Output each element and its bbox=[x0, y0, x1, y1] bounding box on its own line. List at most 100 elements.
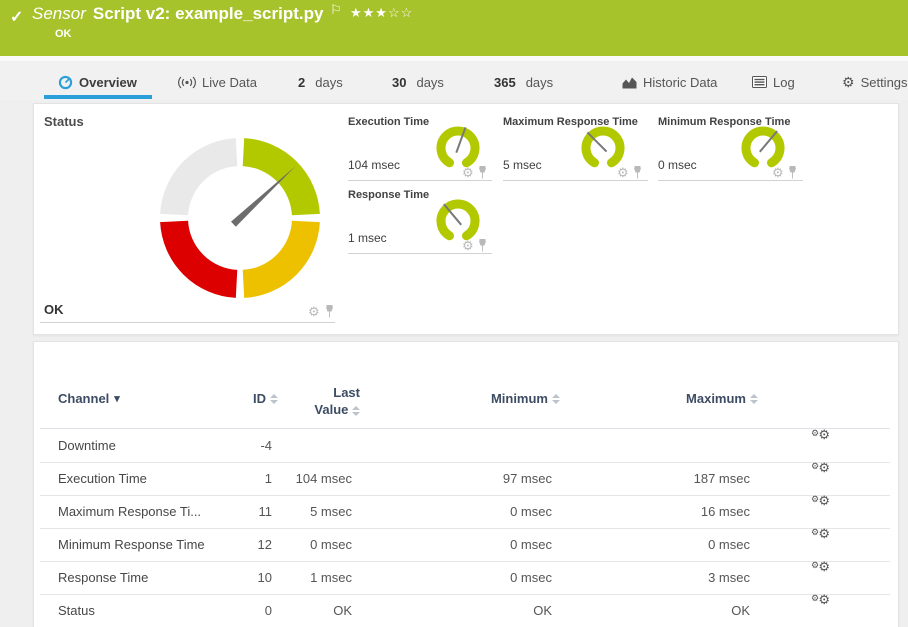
tab-historic-data-label: Historic Data bbox=[643, 75, 717, 90]
sensor-title-line: Sensor Script v2: example_script.py bbox=[32, 4, 323, 24]
column-header-maximum-label: Maximum bbox=[686, 391, 746, 406]
channel-settings-icon[interactable]: ⚙⚙ bbox=[810, 462, 830, 480]
cell-maximum: 3 msec bbox=[548, 561, 750, 594]
status-tile-value: OK bbox=[44, 302, 64, 317]
channel-settings-icon[interactable]: ⚙⚙ bbox=[810, 561, 830, 579]
gauge-icon bbox=[58, 75, 73, 90]
flag-icon[interactable]: ⚐ bbox=[330, 2, 342, 18]
tab-bar-topband bbox=[0, 56, 908, 61]
cell-last-value: OK bbox=[280, 594, 352, 627]
tab-365-days[interactable]: 365 days bbox=[494, 70, 553, 94]
column-header-id[interactable]: ID bbox=[198, 391, 278, 406]
tab-settings-label: Settings bbox=[861, 75, 908, 90]
tab-settings[interactable]: ⚙ Settings bbox=[842, 70, 908, 94]
cell-minimum: OK bbox=[350, 594, 552, 627]
column-header-value-label: Value bbox=[314, 402, 348, 417]
channel-settings-icon[interactable]: ⚙⚙ bbox=[810, 594, 830, 612]
column-header-minimum[interactable]: Minimum bbox=[470, 391, 560, 406]
tab-30-days[interactable]: 30 days bbox=[392, 70, 444, 94]
gauge-execution-time-underline bbox=[348, 180, 492, 181]
column-header-minimum-label: Minimum bbox=[491, 391, 548, 406]
cell-channel: Response Time bbox=[58, 561, 148, 594]
table-row-execution-time[interactable]: Execution Time 1 104 msec 97 msec 187 ms… bbox=[40, 462, 890, 496]
area-chart-icon bbox=[622, 76, 637, 89]
cell-channel: Status bbox=[58, 594, 95, 627]
active-tab-underline bbox=[44, 95, 152, 99]
sort-icon bbox=[352, 406, 360, 416]
cell-minimum: 0 msec bbox=[350, 561, 552, 594]
table-row-response-time[interactable]: Response Time 10 1 msec 0 msec 3 msec ⚙⚙ bbox=[40, 561, 890, 595]
gauge-max-response-gear-icon[interactable]: ⚙ bbox=[617, 166, 629, 179]
status-tile-pin-icon[interactable] bbox=[325, 305, 334, 323]
stars-empty: ☆☆ bbox=[388, 5, 413, 20]
cell-channel: Downtime bbox=[58, 429, 116, 462]
column-header-id-label: ID bbox=[253, 391, 266, 406]
tab-live-data[interactable]: Live Data bbox=[178, 70, 257, 94]
status-check-icon: ✓ bbox=[10, 7, 23, 27]
cell-last-value: 0 msec bbox=[280, 528, 352, 561]
cell-id: 12 bbox=[200, 528, 272, 561]
channel-settings-icon[interactable]: ⚙⚙ bbox=[810, 528, 830, 546]
column-header-maximum[interactable]: Maximum bbox=[668, 391, 758, 406]
gauge-execution-time-pin-icon[interactable] bbox=[478, 166, 487, 184]
cell-minimum: 0 msec bbox=[350, 528, 552, 561]
column-header-last-label: Last bbox=[333, 385, 360, 400]
status-tile-underline bbox=[40, 322, 335, 323]
cell-channel: Execution Time bbox=[58, 462, 147, 495]
gauge-min-response-gear-icon[interactable]: ⚙ bbox=[772, 166, 784, 179]
cell-maximum: 0 msec bbox=[548, 528, 750, 561]
status-tile-title: Status bbox=[44, 114, 84, 129]
cell-id: 0 bbox=[200, 594, 272, 627]
tab-2-days-label: days bbox=[315, 75, 342, 90]
gauge-max-response-value: 5 msec bbox=[503, 158, 542, 172]
stars-filled: ★★★ bbox=[350, 5, 388, 20]
gauge-min-response-pin-icon[interactable] bbox=[788, 166, 797, 184]
column-header-last-value[interactable]: Last Value bbox=[276, 384, 360, 418]
sensor-header: ✓ Sensor Script v2: example_script.py ⚐ ★… bbox=[0, 0, 908, 56]
gauge-response-pin-icon[interactable] bbox=[478, 239, 487, 257]
sensor-type-label: Sensor bbox=[32, 4, 86, 23]
gauge-max-response-pin-icon[interactable] bbox=[633, 166, 642, 184]
gauge-response-title: Response Time bbox=[348, 189, 429, 201]
gauge-execution-time-chart bbox=[432, 122, 484, 174]
live-signal-icon bbox=[178, 76, 196, 89]
column-header-channel[interactable]: Channel ▾ bbox=[58, 391, 120, 406]
tab-historic-data[interactable]: Historic Data bbox=[622, 70, 717, 94]
sensor-status-text: OK bbox=[55, 28, 72, 40]
gauge-max-response-underline bbox=[503, 180, 648, 181]
tab-log[interactable]: Log bbox=[752, 70, 795, 94]
gauge-min-response-underline bbox=[658, 180, 803, 181]
cell-id: 11 bbox=[200, 495, 272, 528]
gauge-response-value: 1 msec bbox=[348, 231, 387, 245]
tab-30-days-number: 30 bbox=[392, 75, 406, 90]
column-header-channel-label: Channel bbox=[58, 391, 109, 406]
cell-maximum: 187 msec bbox=[548, 462, 750, 495]
status-gauge-red-segment bbox=[174, 221, 236, 283]
tab-log-label: Log bbox=[773, 75, 795, 90]
tab-30-days-label: days bbox=[416, 75, 443, 90]
status-gauge-yellow-segment bbox=[243, 221, 305, 283]
prtg-sensor-page: ✓ Sensor Script v2: example_script.py ⚐ ★… bbox=[0, 0, 908, 627]
tab-2-days-number: 2 bbox=[298, 75, 305, 90]
tab-2-days[interactable]: 2 days bbox=[298, 70, 343, 94]
log-list-icon bbox=[752, 76, 767, 88]
table-row-downtime[interactable]: Downtime -4 ⚙⚙ bbox=[40, 429, 890, 463]
channel-settings-icon[interactable]: ⚙⚙ bbox=[810, 429, 830, 447]
gauge-response-gear-icon[interactable]: ⚙ bbox=[462, 239, 474, 252]
status-tile-gear-icon[interactable]: ⚙ bbox=[308, 305, 320, 318]
sort-icon bbox=[552, 394, 560, 404]
table-row-minimum-response-time[interactable]: Minimum Response Time 12 0 msec 0 msec 0… bbox=[40, 528, 890, 562]
cell-minimum: 0 msec bbox=[350, 495, 552, 528]
cell-channel: Minimum Response Time bbox=[58, 528, 205, 561]
table-row-maximum-response-time[interactable]: Maximum Response Ti... 11 5 msec 0 msec … bbox=[40, 495, 890, 529]
gauge-execution-time-gear-icon[interactable]: ⚙ bbox=[462, 166, 474, 179]
table-row-status[interactable]: Status 0 OK OK OK ⚙⚙ bbox=[40, 594, 890, 627]
status-gauge-chart bbox=[150, 128, 330, 308]
channel-settings-icon[interactable]: ⚙⚙ bbox=[810, 495, 830, 513]
tab-365-days-label: days bbox=[526, 75, 553, 90]
tab-overview[interactable]: Overview bbox=[58, 70, 137, 94]
gauge-execution-time-value: 104 msec bbox=[348, 158, 400, 172]
cell-id: -4 bbox=[200, 429, 272, 462]
sensor-name: Script v2: example_script.py bbox=[93, 4, 324, 23]
priority-stars[interactable]: ★★★☆☆ bbox=[350, 5, 413, 21]
